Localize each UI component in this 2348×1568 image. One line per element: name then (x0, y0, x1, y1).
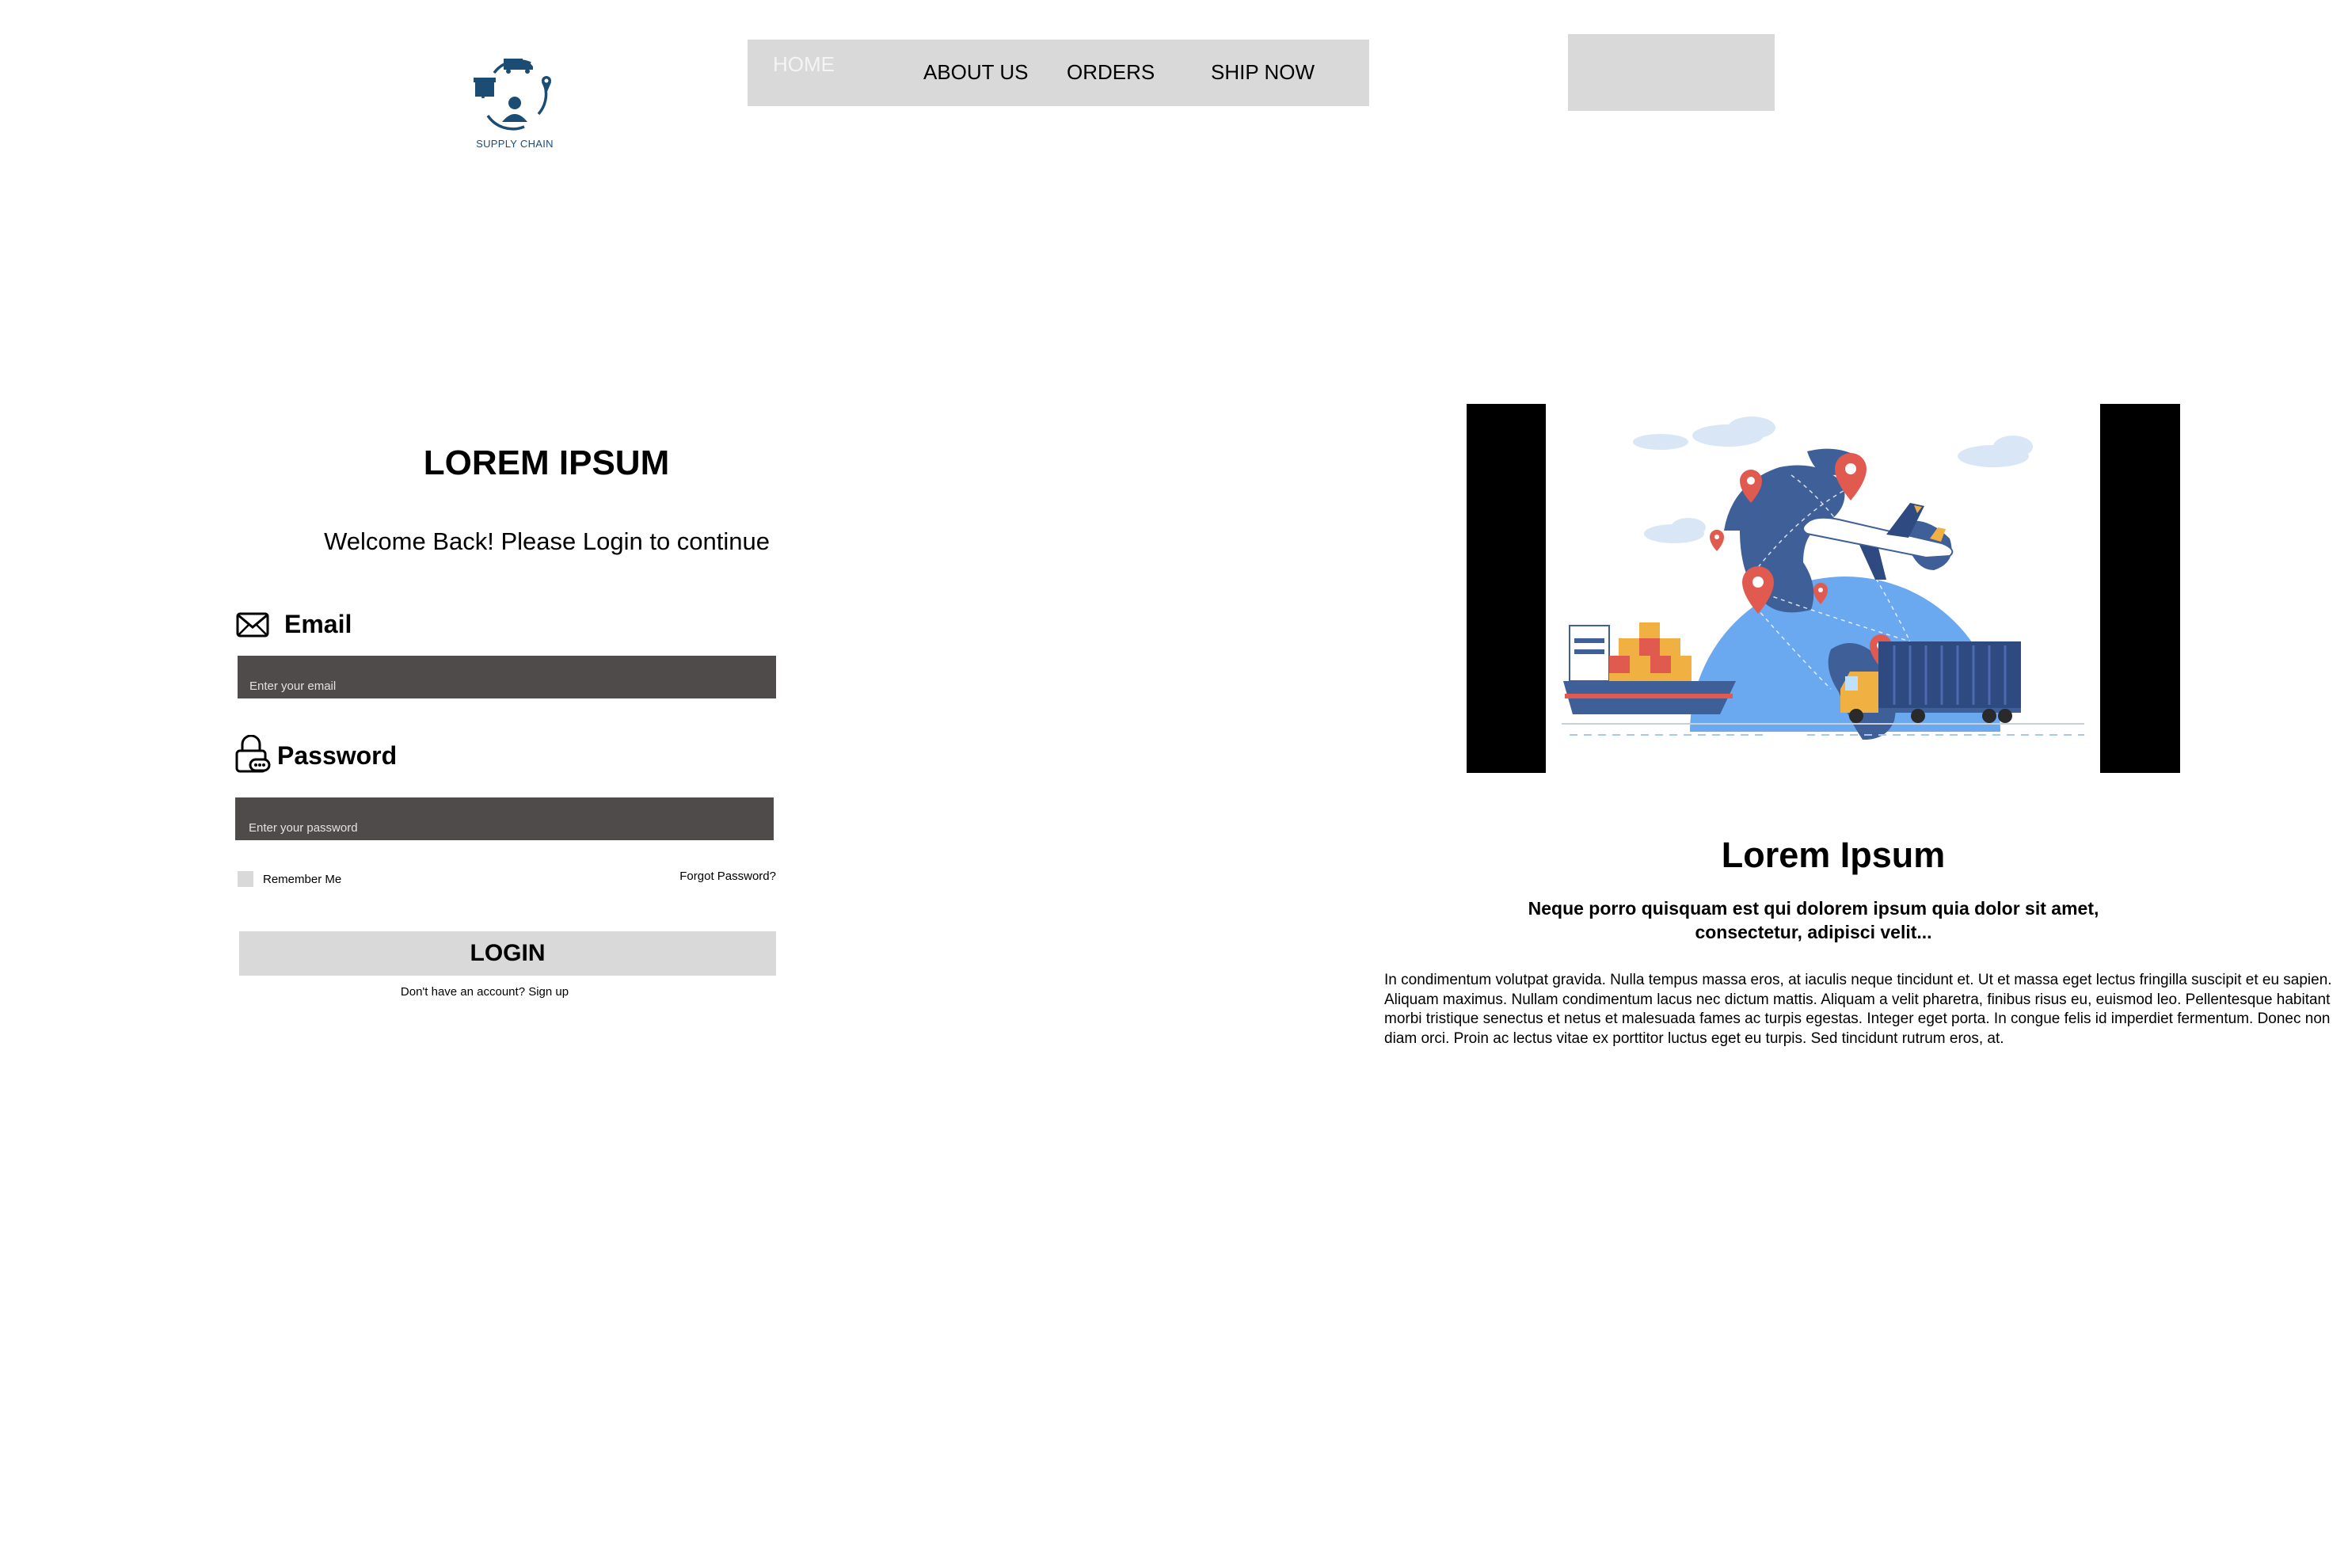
login-title: LOREM IPSUM (423, 443, 670, 482)
header-action-button[interactable] (1568, 34, 1775, 111)
info-body-text: In condimentum volutpat gravida. Nulla t… (1384, 972, 2332, 1047)
lock-icon (234, 734, 271, 773)
password-label: Password (277, 741, 398, 770)
email-label: Email (284, 610, 352, 638)
info-subtitle: Neque porro quisquam est qui dolorem ips… (1528, 898, 2099, 942)
logo-text: SUPPLY CHAIN (476, 138, 554, 150)
main-nav: HOME ABOUT US ORDERS SHIP NOW (748, 40, 1369, 106)
login-subtitle-text: Welcome Back! Please Login to continue (324, 527, 770, 555)
signup-prompt: Don't have an account? Sign up (239, 985, 730, 999)
login-subtitle: Welcome Back! Please Login to continue (238, 527, 849, 556)
login-button[interactable]: LOGIN (239, 931, 776, 976)
remember-me-checkbox[interactable] (238, 871, 253, 887)
forgot-password-link[interactable]: Forgot Password? (618, 870, 776, 883)
logo[interactable]: SUPPLY CHAIN (467, 49, 562, 152)
nav-orders[interactable]: ORDERS (1067, 60, 1155, 85)
remember-me-label: Remember Me (263, 873, 342, 886)
nav-ship-now[interactable]: SHIP NOW (1211, 60, 1315, 85)
envelope-icon (236, 611, 269, 638)
signup-prompt-text: Don't have an account? (400, 985, 526, 999)
email-field[interactable] (238, 656, 776, 698)
supply-chain-logo-icon (474, 59, 551, 131)
info-title: Lorem Ipsum (1721, 835, 1946, 875)
nav-about-us[interactable]: ABOUT US (923, 60, 1028, 85)
password-field[interactable] (235, 797, 774, 840)
hero-image-frame (1467, 404, 2180, 773)
nav-home[interactable]: HOME (773, 52, 835, 77)
logistics-globe-illustration-icon (1546, 404, 2100, 773)
signup-link[interactable]: Sign up (528, 985, 569, 999)
